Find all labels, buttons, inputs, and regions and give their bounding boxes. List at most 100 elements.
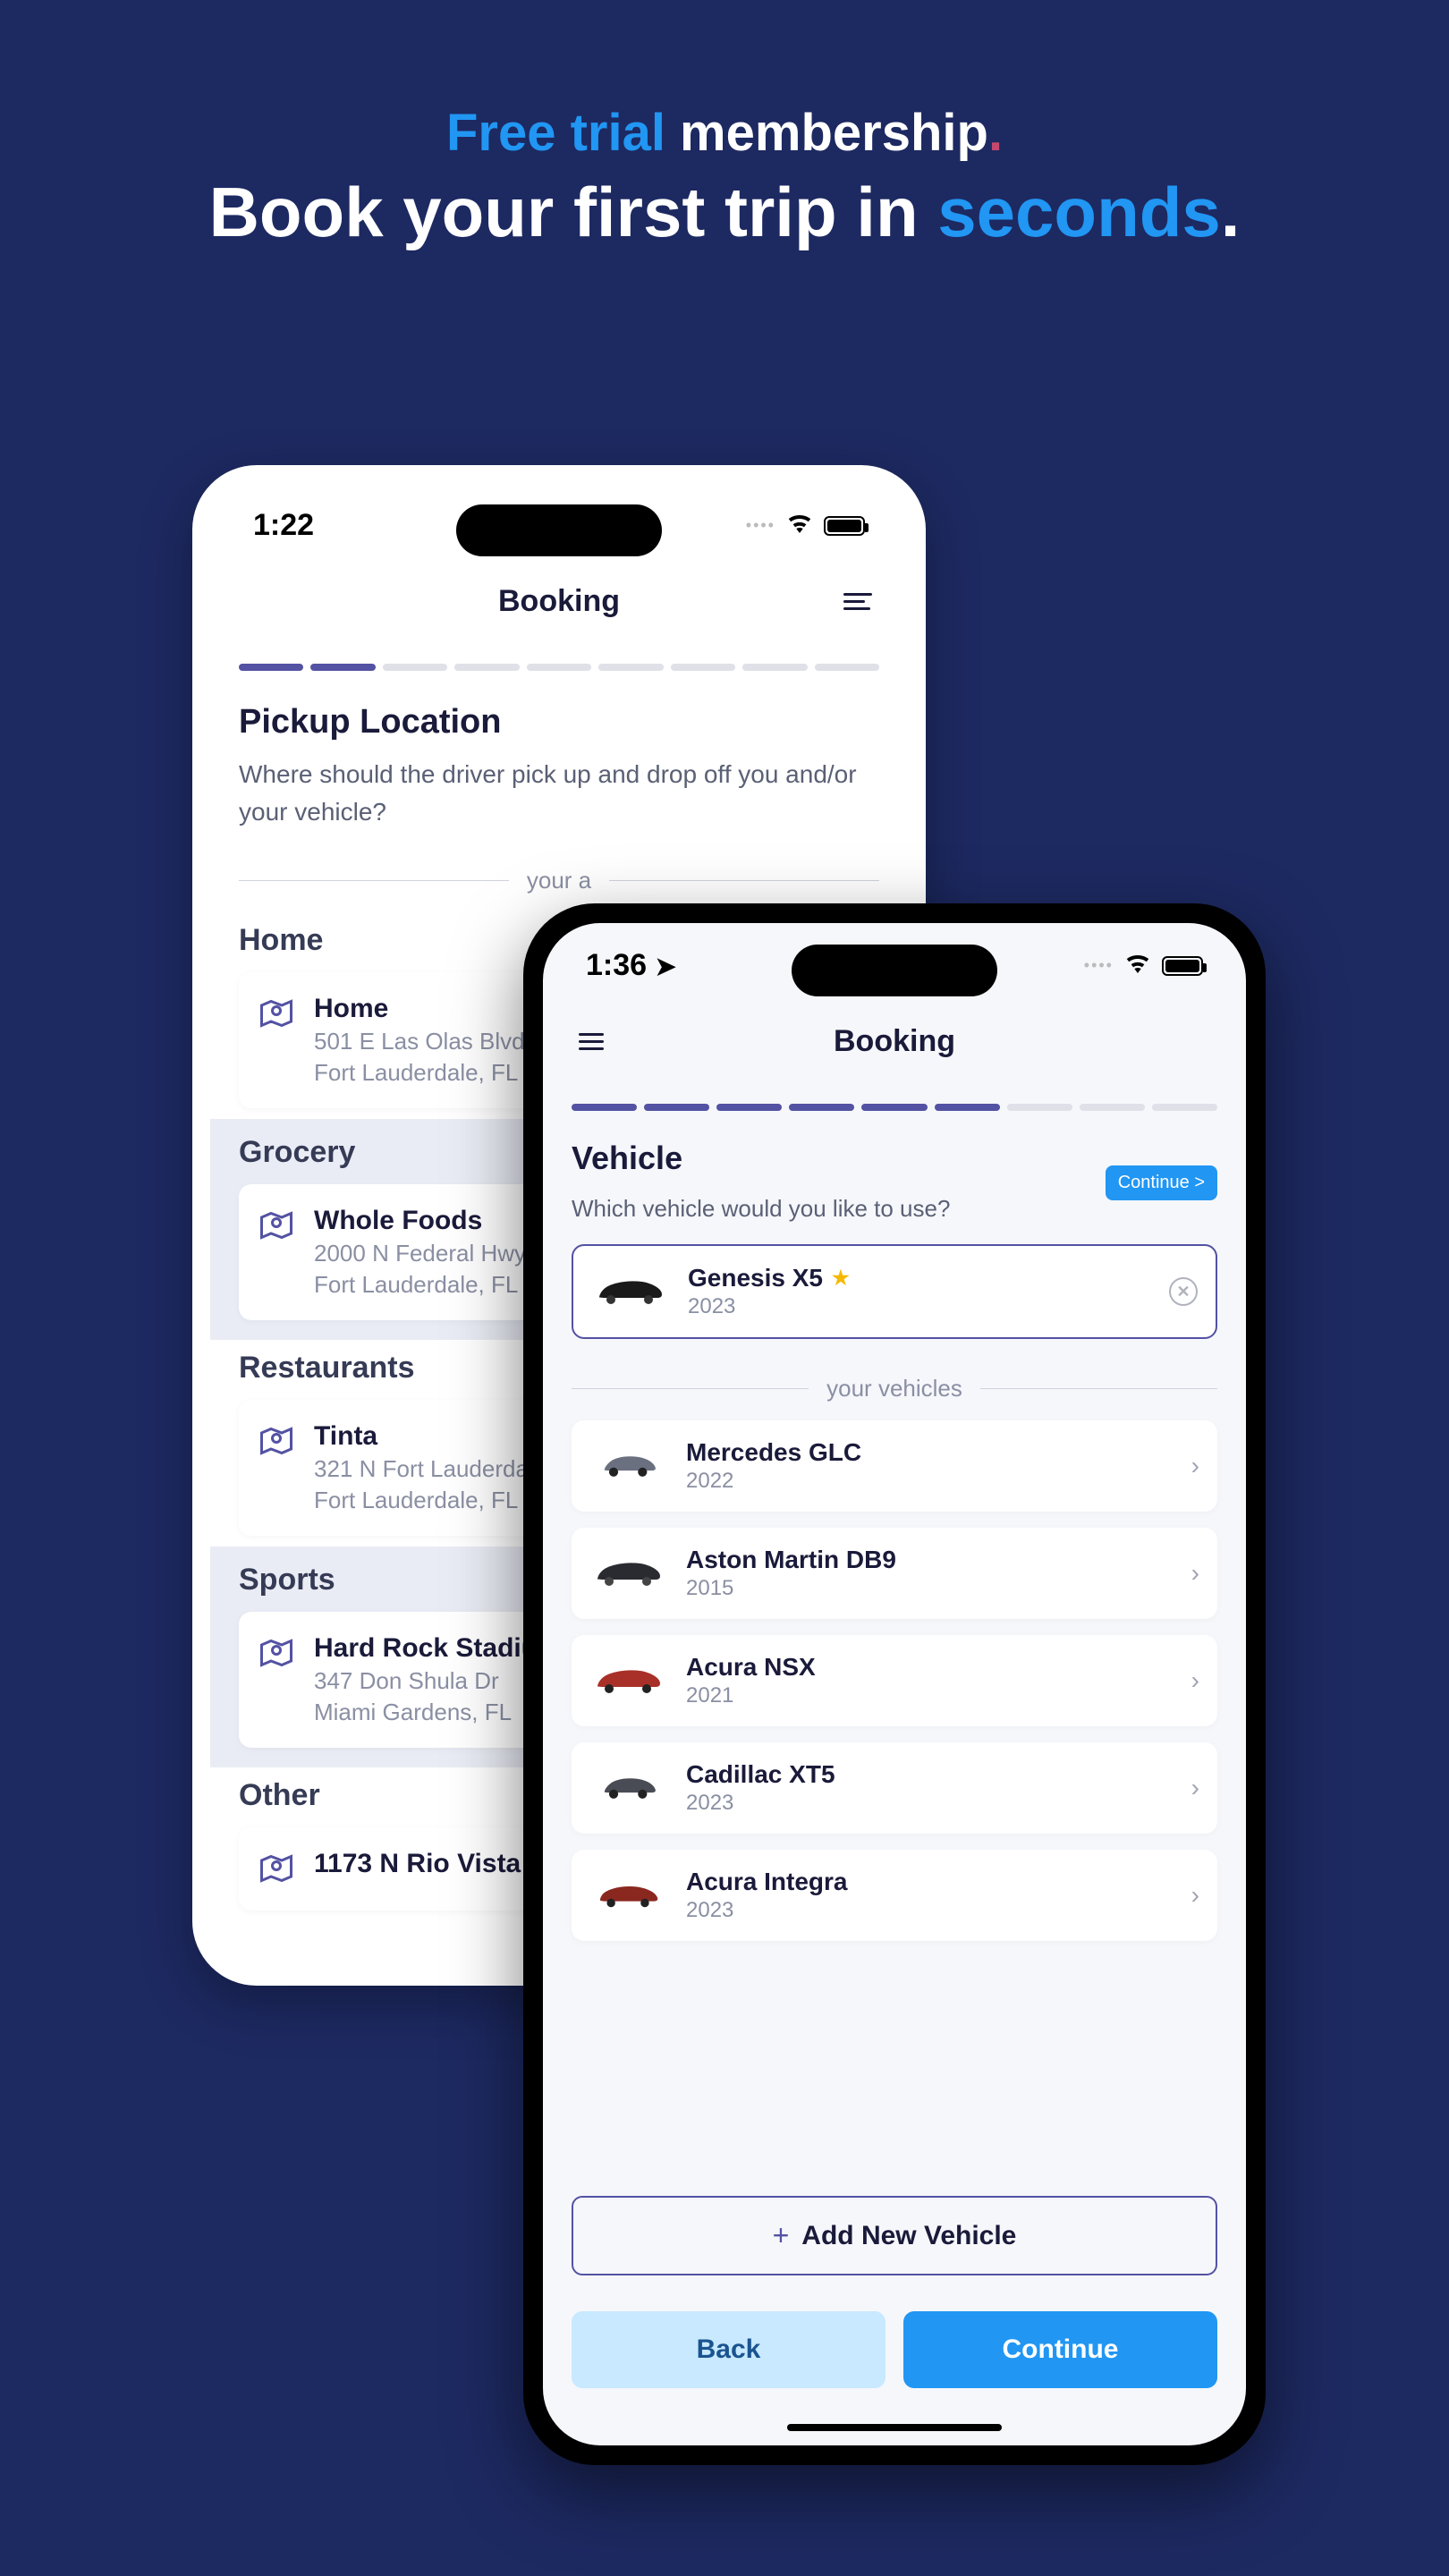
continue-button[interactable]: Continue: [903, 2311, 1217, 2388]
chevron-right-icon: ›: [1191, 1881, 1199, 1910]
hero-line1-cyan: Free trial: [446, 104, 665, 162]
hero: Free trial membership. Book your first t…: [0, 0, 1449, 253]
vehicle-list: Mercedes GLC2022 › Aston Martin DB92015 …: [543, 1420, 1246, 2185]
menu-button[interactable]: [843, 593, 872, 610]
map-pin-icon: [260, 1852, 292, 1889]
vehicle-year: 2023: [686, 1791, 835, 1816]
location-addr2: Miami Gardens, FL: [314, 1699, 538, 1726]
menu-button[interactable]: [579, 1033, 604, 1050]
divider-label: your vehicles: [826, 1375, 962, 1402]
hero-line1-white: membership: [665, 104, 988, 162]
vehicle-item[interactable]: Cadillac XT52023 ›: [572, 1742, 1217, 1834]
battery-icon: [1162, 956, 1203, 976]
vehicle-year: 2023: [688, 1294, 850, 1319]
dynamic-island: [792, 945, 997, 996]
section-subtitle: Which vehicle would you like to use?: [572, 1191, 950, 1226]
vehicle-year: 2015: [686, 1576, 896, 1601]
location-name: Home: [314, 994, 525, 1024]
vehicle-name: Genesis X5 ★: [688, 1264, 850, 1292]
divider-label: your a: [527, 867, 591, 894]
vehicle-section-header: Vehicle Which vehicle would you like to …: [543, 1125, 1246, 1226]
screen-header: Booking: [210, 557, 908, 646]
car-icon: [591, 1270, 670, 1313]
status-time: 1:22: [253, 508, 314, 543]
car-icon: [589, 1659, 668, 1702]
cellular-dots-icon: ••••: [746, 516, 775, 535]
selected-vehicle[interactable]: Genesis X5 ★ 2023 ✕: [572, 1244, 1217, 1339]
status-time: 1:36 ➤: [586, 948, 676, 983]
plus-icon: +: [773, 2219, 790, 2252]
map-pin-icon: [260, 1425, 292, 1462]
section-title: Vehicle: [572, 1140, 950, 1177]
wifi-icon: [786, 513, 813, 538]
page-title: Booking: [834, 1024, 955, 1059]
hamburger-icon: [843, 593, 872, 610]
location-name: Hard Rock Stadiu: [314, 1633, 538, 1664]
vehicle-year: 2021: [686, 1683, 816, 1708]
chevron-right-icon: ›: [1191, 1559, 1199, 1588]
continue-badge[interactable]: Continue >: [1106, 1165, 1217, 1200]
divider: your vehicles: [572, 1375, 1217, 1402]
cellular-dots-icon: ••••: [1084, 956, 1114, 975]
location-arrow-icon: ➤: [656, 953, 676, 980]
phone-front: 1:36 ➤ •••• Booking: [523, 903, 1266, 2465]
hero-line1: Free trial membership.: [0, 103, 1449, 163]
home-indicator[interactable]: [787, 2424, 1002, 2431]
hero-line2-blue: seconds: [937, 173, 1220, 251]
chevron-right-icon: ›: [1191, 1666, 1199, 1695]
divider: your a: [239, 867, 879, 894]
progress-steps: [543, 1086, 1246, 1125]
vehicle-item[interactable]: Mercedes GLC2022 ›: [572, 1420, 1217, 1512]
car-icon: [589, 1445, 668, 1487]
location-addr1: 321 N Fort Lauderda: [314, 1455, 529, 1483]
car-icon: [589, 1767, 668, 1809]
location-name: Tinta: [314, 1421, 529, 1452]
location-addr1: 501 E Las Olas Blvd: [314, 1028, 525, 1055]
location-name: 1173 N Rio Vista: [314, 1849, 521, 1879]
dynamic-island: [456, 504, 662, 556]
vehicle-name: Acura Integra: [686, 1868, 848, 1896]
screen-header: Booking: [543, 997, 1246, 1086]
add-vehicle-button[interactable]: + Add New Vehicle: [572, 2196, 1217, 2275]
location-addr2: Fort Lauderdale, FL: [314, 1487, 529, 1514]
status-bar: 1:22 ••••: [210, 483, 908, 557]
close-icon: ✕: [1176, 1283, 1190, 1301]
vehicle-name: Acura NSX: [686, 1653, 816, 1682]
car-icon: [589, 1552, 668, 1595]
section-subtitle: Where should the driver pick up and drop…: [239, 756, 879, 831]
chevron-right-icon: ›: [1191, 1774, 1199, 1802]
status-bar: 1:36 ➤ ••••: [543, 923, 1246, 997]
vehicle-year: 2022: [686, 1469, 861, 1494]
vehicle-name: Mercedes GLC: [686, 1438, 861, 1467]
add-vehicle-label: Add New Vehicle: [801, 2221, 1016, 2251]
location-addr1: 2000 N Federal Hwy: [314, 1240, 526, 1267]
car-icon: [589, 1874, 668, 1917]
chevron-right-icon: ›: [1191, 1452, 1199, 1480]
map-pin-icon: [260, 1209, 292, 1246]
vehicle-item[interactable]: Aston Martin DB92015 ›: [572, 1528, 1217, 1619]
vehicle-item[interactable]: Acura NSX2021 ›: [572, 1635, 1217, 1726]
section-title: Pickup Location: [239, 703, 879, 741]
hero-line2-period: .: [1221, 173, 1241, 251]
vehicle-item[interactable]: Acura Integra2023 ›: [572, 1850, 1217, 1941]
back-button[interactable]: Back: [572, 2311, 886, 2388]
location-addr2: Fort Lauderdale, FL: [314, 1059, 525, 1087]
pickup-section: Pickup Location Where should the driver …: [210, 685, 908, 849]
map-pin-icon: [260, 997, 292, 1034]
page-title: Booking: [498, 584, 620, 619]
footer-buttons: Back Continue: [543, 2275, 1246, 2424]
hero-line2-prefix: Book your first trip in: [209, 173, 938, 251]
hero-line1-period: .: [988, 104, 1003, 162]
clear-button[interactable]: ✕: [1169, 1277, 1198, 1306]
vehicle-name: Cadillac XT5: [686, 1760, 835, 1789]
hamburger-icon: [579, 1033, 604, 1050]
location-name: Whole Foods: [314, 1206, 526, 1236]
vehicle-year: 2023: [686, 1898, 848, 1923]
location-addr1: 347 Don Shula Dr: [314, 1667, 538, 1695]
map-pin-icon: [260, 1637, 292, 1674]
hero-line2: Book your first trip in seconds.: [0, 172, 1449, 253]
wifi-icon: [1124, 953, 1151, 978]
progress-steps: [210, 646, 908, 685]
battery-icon: [824, 516, 865, 536]
vehicle-name: Aston Martin DB9: [686, 1546, 896, 1574]
